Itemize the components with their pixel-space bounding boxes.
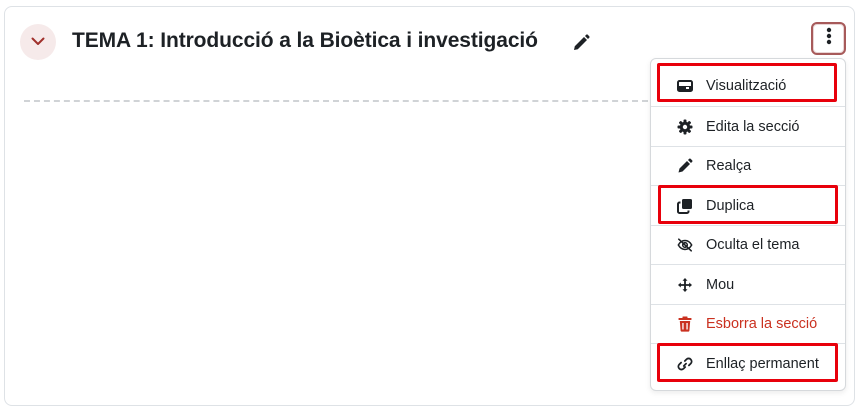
menu-item-move[interactable]: Mou bbox=[651, 265, 845, 304]
menu-item-label: Realça bbox=[706, 157, 752, 174]
eye-slash-icon bbox=[677, 237, 693, 253]
menu-item-hide-topic[interactable]: Oculta el tema bbox=[651, 225, 845, 264]
collapse-section-button[interactable] bbox=[20, 24, 56, 60]
copy-icon bbox=[677, 198, 693, 214]
menu-item-delete-section[interactable]: Esborra la secció bbox=[651, 304, 845, 343]
menu-item-highlight[interactable]: Realça bbox=[651, 146, 845, 185]
chevron-down-icon bbox=[31, 33, 45, 51]
pencil-icon[interactable] bbox=[571, 33, 591, 53]
menu-item-label: Enllaç permanent bbox=[706, 355, 819, 372]
menu-item-view[interactable]: Visualització bbox=[651, 66, 845, 105]
menu-item-label: Edita la secció bbox=[706, 118, 800, 135]
vertical-ellipsis-icon bbox=[826, 27, 832, 50]
menu-item-label: Esborra la secció bbox=[706, 315, 818, 332]
menu-item-label: Duplica bbox=[706, 197, 755, 214]
menu-item-label: Mou bbox=[706, 276, 735, 293]
section-actions-menu: Visualització Edita la secció Realça Dup… bbox=[650, 58, 846, 391]
gear-icon bbox=[677, 119, 693, 135]
section-divider bbox=[24, 100, 648, 102]
pen-icon bbox=[677, 158, 693, 174]
trash-icon bbox=[677, 316, 693, 332]
menu-item-permalink[interactable]: Enllaç permanent bbox=[651, 344, 845, 383]
menu-item-label: Visualització bbox=[706, 77, 787, 94]
menu-item-edit-section[interactable]: Edita la secció bbox=[651, 107, 845, 146]
menu-item-duplicate[interactable]: Duplica bbox=[651, 186, 845, 225]
section-actions-button[interactable] bbox=[811, 22, 846, 55]
move-icon bbox=[677, 277, 693, 293]
card-icon bbox=[677, 78, 693, 94]
menu-item-label: Oculta el tema bbox=[706, 236, 800, 253]
section-title: TEMA 1: Introducció a la Bioètica i inve… bbox=[72, 29, 538, 52]
link-icon bbox=[677, 356, 693, 372]
